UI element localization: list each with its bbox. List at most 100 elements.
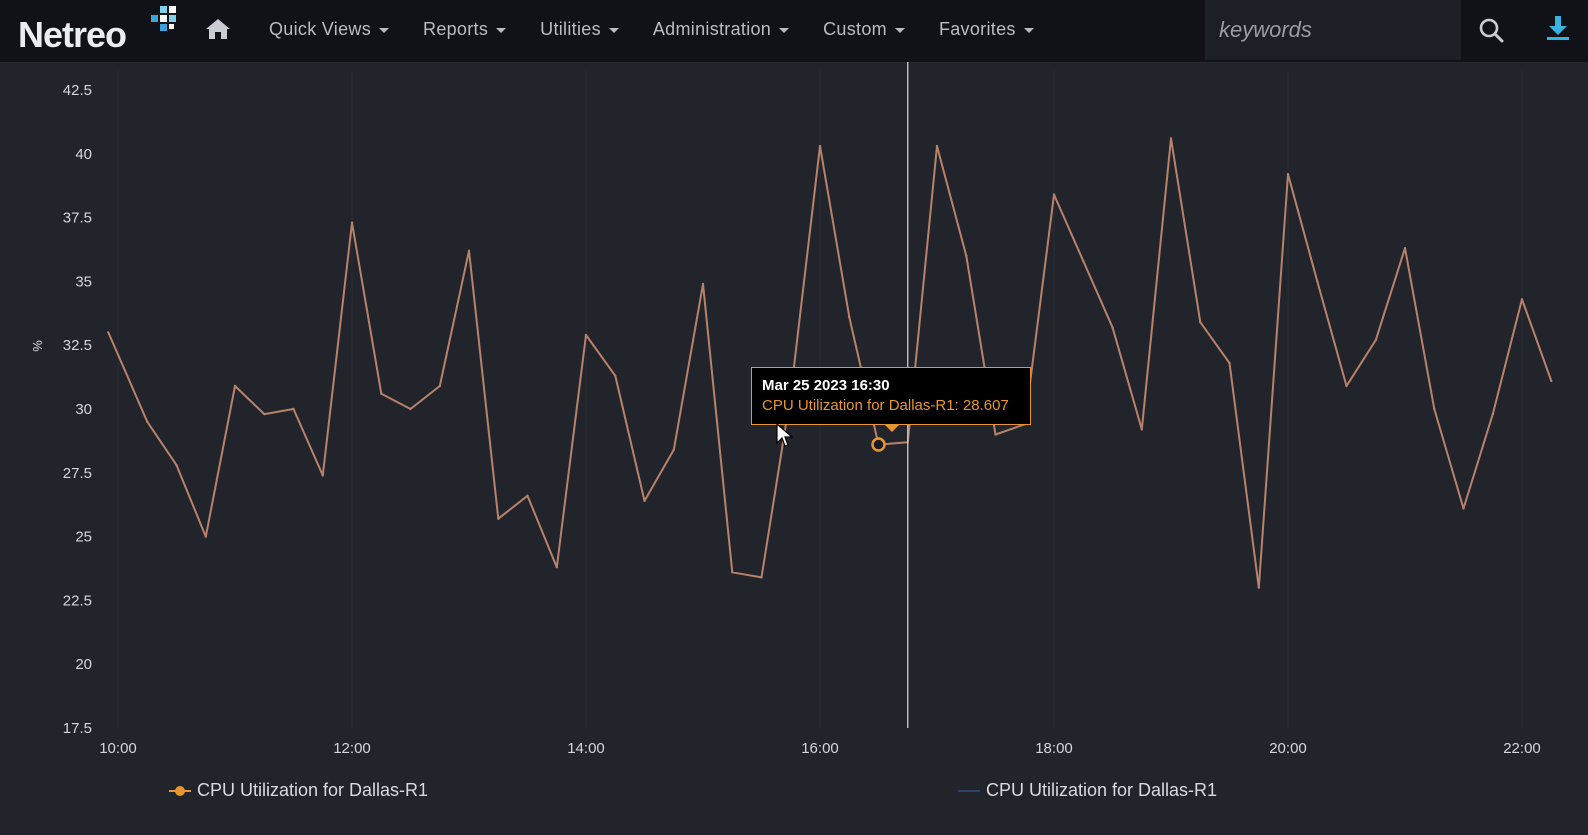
y-tick-label: 37.5 [63, 210, 92, 227]
data-point [467, 249, 471, 252]
series-line-cpu-utilization [107, 137, 1553, 589]
cpu-utilization-chart[interactable]: 17.5 20 22.5 25 27.5 30 32.5 35 37.5 40 42.5% 10:0… [0, 62, 1588, 835]
y-tick-label: 35 [75, 273, 92, 290]
legend-dot [175, 785, 185, 796]
download-icon[interactable] [1546, 14, 1570, 42]
navy-line-icon [958, 789, 980, 792]
x-tick-label: 18:00 [1035, 740, 1073, 757]
menu-label: Utilities [540, 18, 601, 39]
menu-label: Custom [823, 18, 887, 39]
y-tick-label: 40 [75, 146, 92, 163]
data-point [965, 254, 968, 258]
menu-label: Administration [652, 18, 772, 39]
legend-label: CPU Utilization for Dallas-R1 [986, 780, 1218, 800]
data-point [1140, 428, 1144, 431]
data-point [146, 420, 149, 423]
data-point [350, 221, 354, 224]
caret-down-icon [608, 27, 619, 33]
x-axis: 10:00 12:00 14:00 16:00 18:00 20:00 22:00 [99, 740, 1541, 757]
menu-label: Favorites [938, 18, 1016, 39]
data-point [848, 315, 851, 319]
y-axis-label: % [30, 340, 45, 352]
menu-reports[interactable]: Reports [406, 19, 523, 40]
x-tick-label: 22:00 [1503, 740, 1541, 757]
data-point [1052, 193, 1056, 196]
menu-custom[interactable]: Custom [806, 19, 922, 40]
data-point [233, 384, 237, 388]
data-point [263, 412, 266, 416]
y-tick-label: 42.5 [63, 82, 92, 99]
menu-label: Quick Views [269, 18, 372, 39]
data-point [1520, 298, 1524, 301]
data-point [701, 282, 705, 286]
orange-dot-line-icon [169, 785, 191, 796]
data-point [760, 576, 763, 579]
data-point [1228, 361, 1231, 365]
menu-label: Reports [423, 18, 489, 39]
data-point [1491, 412, 1495, 416]
data-point [1257, 586, 1261, 589]
legend-item-series-1[interactable]: CPU Utilization for Dallas-R1 [169, 780, 428, 801]
menu-quick-views[interactable]: Quick Views [252, 19, 406, 40]
y-tick-label: 30 [75, 401, 92, 418]
data-point [643, 499, 646, 503]
data-point [731, 571, 734, 574]
data-point [497, 517, 500, 520]
data-point [1550, 379, 1553, 383]
y-tick-label: 32.5 [63, 337, 92, 354]
caret-down-icon [894, 27, 905, 33]
data-point [321, 474, 324, 477]
data-point [204, 535, 207, 538]
x-tick-label: 14:00 [567, 740, 605, 757]
data-point [935, 144, 939, 148]
tooltip-value: CPU Utilization for Dallas-R1: 28.607 [762, 397, 1009, 414]
data-point [1286, 173, 1290, 176]
y-tick-label: 27.5 [63, 465, 92, 482]
data-point [409, 407, 412, 411]
data-point [1316, 280, 1319, 283]
menu-utilities[interactable]: Utilities [523, 19, 636, 40]
data-point [1111, 326, 1114, 329]
data-point [292, 407, 295, 411]
menu-favorites[interactable]: Favorites [922, 19, 1051, 40]
data-point [555, 566, 558, 569]
data-point [107, 331, 110, 334]
hovered-data-point [871, 437, 886, 452]
series-layer [107, 137, 1553, 589]
caret-down-icon [496, 27, 507, 33]
legend-item-series-2[interactable]: CPU Utilization for Dallas-R1 [958, 780, 1217, 801]
legend-label: CPU Utilization for Dallas-R1 [197, 780, 429, 800]
data-point [1169, 137, 1173, 140]
data-point [1345, 384, 1348, 388]
home-icon[interactable] [205, 17, 231, 41]
x-tick-label: 12:00 [333, 740, 371, 757]
data-point [1374, 338, 1378, 342]
keyword-search-input[interactable] [1205, 0, 1461, 60]
data-point [994, 433, 997, 436]
y-tick-label: 22.5 [63, 592, 92, 609]
caret-down-icon [379, 27, 390, 33]
tooltip-timestamp: Mar 25 2023 16:30 [762, 377, 890, 394]
search-icon[interactable] [1478, 17, 1504, 43]
data-point [1433, 407, 1436, 411]
data-point [1462, 507, 1465, 510]
caret-down-icon [779, 27, 790, 33]
y-tick-label: 25 [75, 529, 92, 546]
data-point [175, 463, 178, 467]
data-point [1199, 321, 1202, 324]
data-tooltip: Mar 25 2023 16:30 CPU Utilization for Da… [751, 367, 1031, 432]
menu-administration[interactable]: Administration [636, 19, 806, 40]
data-point [584, 333, 588, 337]
data-point [818, 144, 822, 148]
data-point [1082, 259, 1085, 263]
data-point [614, 374, 617, 377]
x-tick-label: 10:00 [99, 740, 137, 757]
logo-squares-icon [151, 6, 176, 31]
data-point [438, 384, 441, 388]
tooltip-pointer [884, 424, 900, 432]
data-point [1403, 247, 1407, 250]
caret-down-icon [1023, 27, 1034, 33]
y-tick-label: 17.5 [63, 720, 92, 737]
y-axis: 17.5 20 22.5 25 27.5 30 32.5 35 37.5 40 42.5% [30, 82, 92, 737]
top-navigation-bar: Netreo Quick Views Reports Utilities Adm… [0, 0, 1588, 63]
